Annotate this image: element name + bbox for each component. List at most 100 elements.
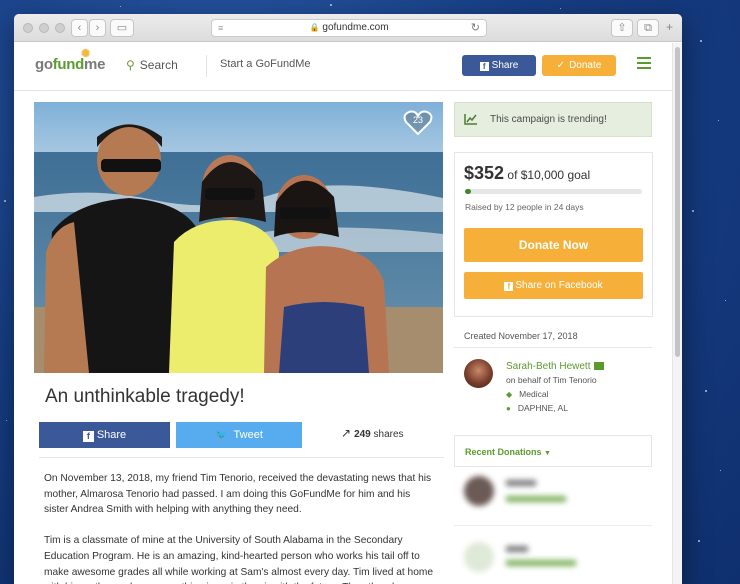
- campaign-title: An unthinkable tragedy!: [45, 386, 245, 407]
- logo-fund: fund: [52, 56, 85, 73]
- logo-flame-icon: ✺: [81, 48, 90, 60]
- donor-row: [464, 476, 494, 506]
- location: ● DAPHNE, AL: [506, 403, 568, 413]
- page-scrollbar[interactable]: [672, 43, 682, 584]
- donation-goal-panel: $352 of $10,000 goal Raised by 12 people…: [454, 152, 653, 317]
- heart-count: 23: [412, 115, 423, 125]
- location-label: DAPHNE, AL: [517, 403, 568, 413]
- donor-name-obscured: [506, 480, 536, 486]
- share-on-facebook-button[interactable]: f Share on Facebook: [464, 272, 643, 299]
- reload-icon[interactable]: ↻: [471, 20, 480, 36]
- share-on-facebook-label: Share on Facebook: [515, 280, 603, 291]
- progress-fill: [465, 189, 471, 194]
- twitter-bird-icon: 🐦: [215, 430, 228, 441]
- donor-detail-obscured: [506, 560, 576, 566]
- star: [6, 420, 7, 421]
- donor-avatar: [464, 542, 494, 572]
- organizer-name[interactable]: Sarah-Beth Hewett: [506, 361, 604, 372]
- header-donate-label: Donate: [569, 60, 602, 71]
- created-date: Created November 17, 2018: [464, 331, 578, 341]
- minimize-window-button[interactable]: [39, 23, 49, 33]
- star: [560, 8, 561, 9]
- header-donate-button[interactable]: ✓ Donate: [542, 55, 616, 76]
- donor-name-obscured: [506, 546, 528, 552]
- donor-avatar: [464, 476, 494, 506]
- category-label: Medical: [519, 389, 549, 399]
- campaign-story: On November 13, 2018, my friend Tim Teno…: [44, 471, 434, 584]
- campaign-photo-image: [34, 102, 443, 373]
- star: [705, 390, 707, 392]
- start-gofundme-link[interactable]: Start a GoFundMe: [220, 58, 311, 70]
- search-label: Search: [139, 58, 178, 72]
- organizer-avatar[interactable]: [464, 359, 493, 388]
- facebook-share-button[interactable]: f Share: [39, 422, 170, 448]
- organizer-name-text: Sarah-Beth Hewett: [506, 361, 591, 372]
- pin-icon: ●: [506, 404, 511, 413]
- share-sheet-icon[interactable]: ⇧: [611, 19, 633, 37]
- zoom-window-button[interactable]: [55, 23, 65, 33]
- star: [725, 300, 726, 301]
- scrollbar-thumb[interactable]: [675, 47, 680, 357]
- gofundme-logo[interactable]: gofundme ✺: [35, 48, 105, 73]
- facebook-icon: f: [504, 282, 514, 291]
- browser-window: ‹ › ▭ ≡ 🔒 gofundme.com ↻ ⇧ ⧉ + gofundme ✺…: [14, 14, 682, 584]
- goal-text: of $10,000 goal: [507, 168, 591, 182]
- tweet-button[interactable]: 🐦 Tweet: [176, 422, 302, 448]
- tag-icon: ◆: [506, 390, 513, 399]
- divider: [39, 457, 444, 458]
- back-icon[interactable]: ‹: [71, 19, 88, 37]
- browser-toolbar: ‹ › ▭ ≡ 🔒 gofundme.com ↻ ⇧ ⧉ +: [14, 14, 682, 42]
- header-share-button[interactable]: f Share: [462, 55, 536, 76]
- address-bar[interactable]: ≡ 🔒 gofundme.com ↻: [211, 19, 487, 37]
- shares-label: shares: [373, 429, 404, 440]
- heart-counter[interactable]: 23: [403, 110, 433, 136]
- category[interactable]: ◆ Medical: [506, 389, 548, 399]
- donor-detail-obscured: [506, 496, 566, 502]
- star: [120, 6, 121, 7]
- campaign-photo[interactable]: 23: [34, 102, 443, 373]
- chevron-down-icon: ▼: [544, 450, 551, 457]
- recent-donations-toggle[interactable]: Recent Donations ▼: [465, 447, 551, 457]
- organizer-behalf: on behalf of Tim Tenorio: [506, 375, 597, 385]
- recent-donations-label: Recent Donations: [465, 447, 542, 457]
- logo-go: go: [35, 56, 53, 73]
- sidebar-toggle-icon[interactable]: ▭: [110, 19, 134, 37]
- star: [692, 210, 694, 212]
- header-share-label: Share: [491, 60, 519, 71]
- progress-bar: [465, 189, 642, 194]
- raised-by-text: Raised by 12 people in 24 days: [465, 202, 584, 212]
- donor-row: [464, 542, 494, 572]
- forward-icon[interactable]: ›: [89, 19, 106, 37]
- star: [4, 200, 6, 202]
- shares-count: ↗ 249 shares: [341, 426, 404, 440]
- new-tab-icon[interactable]: +: [666, 20, 673, 34]
- divider: [454, 347, 652, 348]
- recent-donations-panel[interactable]: Recent Donations ▼: [454, 435, 652, 467]
- hamburger-menu-icon[interactable]: [637, 57, 651, 72]
- header-divider: [206, 55, 207, 77]
- raised-amount: $352 of $10,000 goal: [464, 163, 590, 184]
- verified-badge-icon: [593, 362, 604, 371]
- raised-value: $352: [464, 163, 505, 183]
- star: [720, 470, 721, 471]
- reader-icon[interactable]: ≡: [218, 20, 223, 36]
- story-paragraph: Tim is a classmate of mine at the Univer…: [44, 535, 434, 584]
- star: [718, 120, 719, 121]
- url-text: gofundme.com: [322, 22, 389, 33]
- close-window-button[interactable]: [23, 23, 33, 33]
- tabs-overview-icon[interactable]: ⧉: [637, 19, 659, 37]
- trending-banner: This campaign is trending!: [454, 102, 652, 137]
- divider: [454, 525, 652, 526]
- facebook-icon: f: [82, 431, 94, 442]
- checkmark-icon: ✓: [556, 60, 566, 71]
- story-paragraph: On November 13, 2018, my friend Tim Teno…: [44, 473, 432, 516]
- search-icon: ⚲: [126, 58, 135, 72]
- search-link[interactable]: ⚲ Search: [126, 58, 178, 72]
- trend-arrow-icon: ↗: [341, 426, 352, 440]
- trending-text: This campaign is trending!: [490, 114, 607, 125]
- site-header: gofundme ✺ ⚲ Search Start a GoFundMe f Sha…: [14, 43, 672, 91]
- star: [700, 40, 702, 42]
- donate-now-button[interactable]: Donate Now: [464, 228, 643, 262]
- star: [698, 540, 700, 542]
- tweet-label: Tweet: [233, 429, 263, 441]
